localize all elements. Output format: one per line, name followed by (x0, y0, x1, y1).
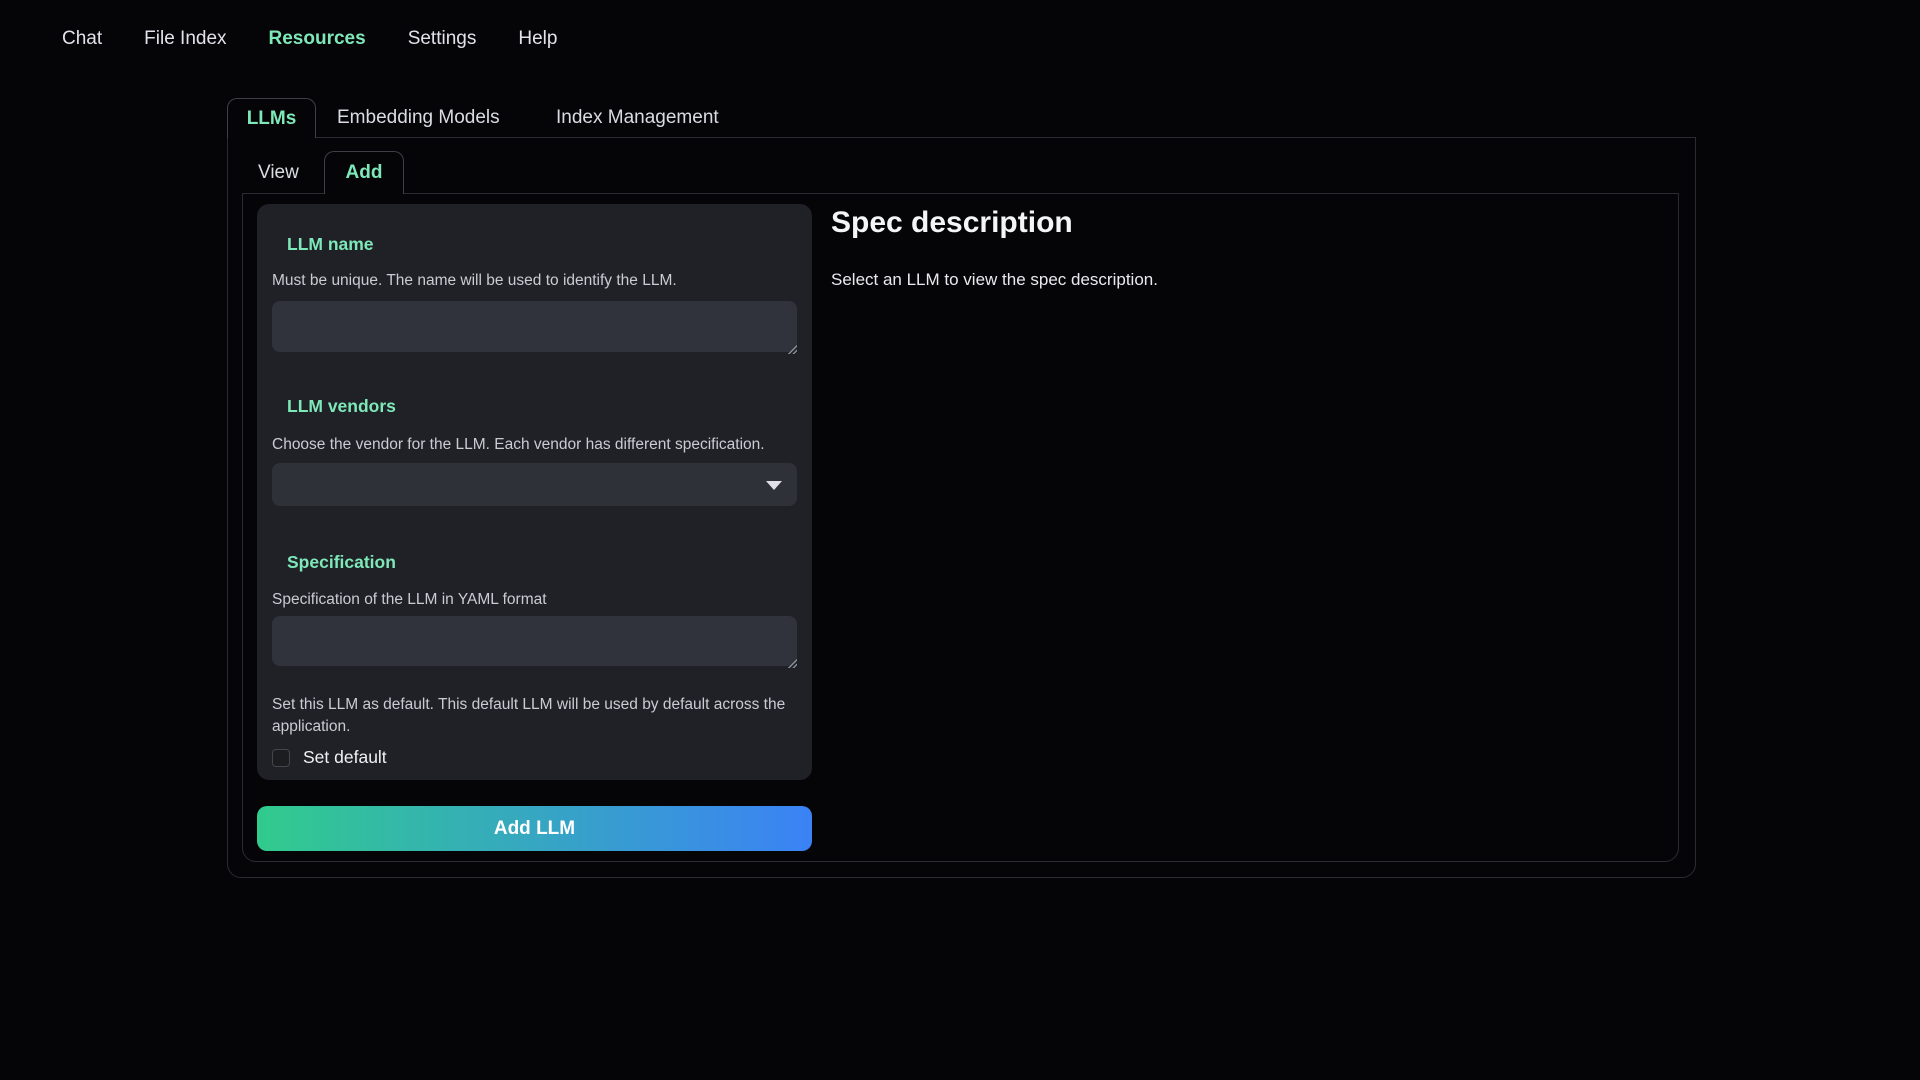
llm-vendors-info: Choose the vendor for the LLM. Each vend… (272, 434, 765, 456)
nav-item-chat[interactable]: Chat (62, 24, 102, 54)
chevron-down-icon (766, 481, 782, 490)
nav-item-file-index[interactable]: File Index (144, 24, 226, 54)
add-llm-form: LLM name Must be unique. The name will b… (257, 204, 812, 780)
tab-llms[interactable]: LLMs (227, 98, 316, 138)
tab-embedding-models[interactable]: Embedding Models (337, 98, 500, 138)
spec-description-title: Spec description (831, 206, 1073, 240)
tab-index-management[interactable]: Index Management (556, 98, 719, 138)
specification-info: Specification of the LLM in YAML format (272, 589, 547, 611)
llm-name-info: Must be unique. The name will be used to… (272, 270, 677, 292)
set-default-row[interactable]: Set default (272, 747, 387, 768)
tab-view[interactable]: View (258, 152, 299, 194)
nav-item-help[interactable]: Help (518, 24, 557, 54)
top-navigation: Chat File Index Resources Settings Help (62, 24, 557, 54)
llm-vendors-dropdown[interactable] (272, 463, 797, 506)
add-llm-button[interactable]: Add LLM (257, 806, 812, 851)
tab-add[interactable]: Add (324, 151, 404, 194)
llm-name-input[interactable] (272, 301, 797, 352)
llm-vendors-label: LLM vendors (287, 396, 396, 417)
spec-description-placeholder: Select an LLM to view the spec descripti… (831, 270, 1158, 290)
specification-label: Specification (287, 552, 396, 573)
set-default-checkbox[interactable] (272, 749, 290, 767)
set-default-info: Set this LLM as default. This default LL… (272, 694, 794, 738)
nav-item-settings[interactable]: Settings (408, 24, 477, 54)
set-default-label[interactable]: Set default (303, 747, 387, 768)
llm-name-label: LLM name (287, 234, 374, 255)
nav-item-resources[interactable]: Resources (269, 24, 366, 54)
specification-input[interactable] (272, 616, 797, 666)
